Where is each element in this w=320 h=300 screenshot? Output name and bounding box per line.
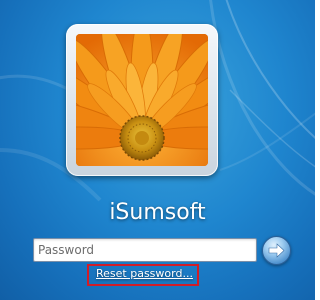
username-label: iSumsoft [109, 200, 206, 225]
password-input[interactable] [33, 238, 257, 262]
login-screen: iSumsoft Reset password... [0, 0, 315, 300]
user-avatar-frame [66, 24, 218, 176]
submit-arrow-button[interactable] [262, 236, 291, 265]
reset-password-link[interactable]: Reset password... [96, 267, 193, 280]
avatar-flower-image [76, 34, 208, 166]
arrow-right-icon [268, 243, 285, 258]
